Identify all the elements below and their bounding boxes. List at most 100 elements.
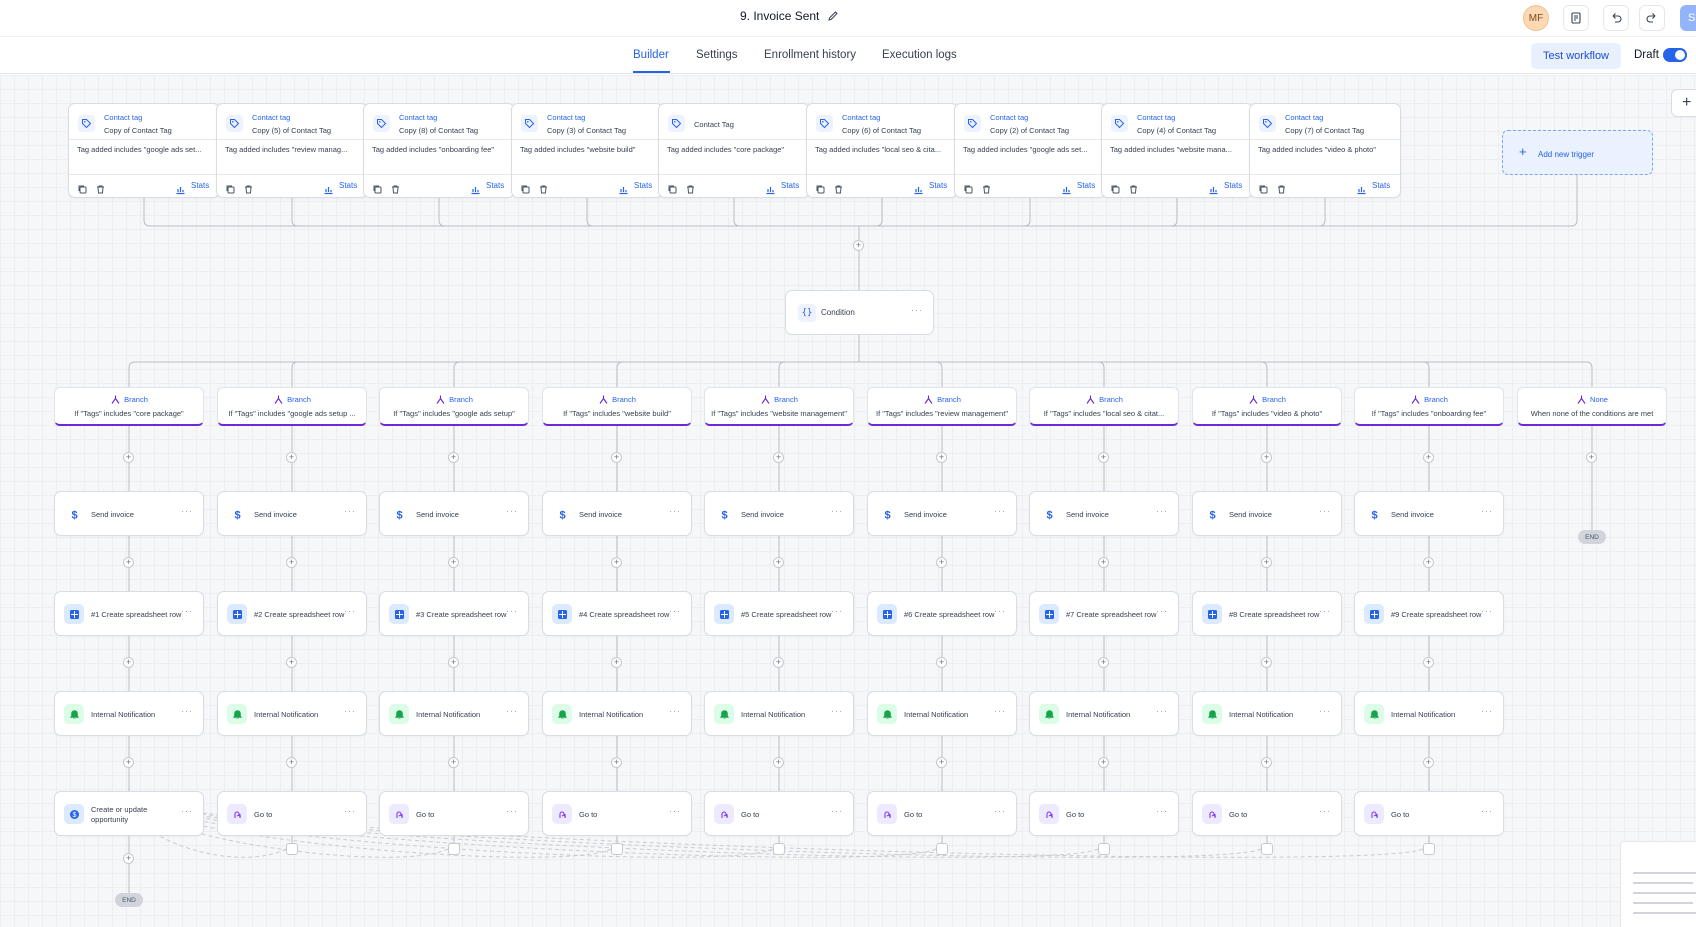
more-options-icon[interactable]: ··· [669,506,681,516]
stats-button[interactable]: Stats [929,181,947,190]
more-options-icon[interactable]: ··· [344,606,356,616]
branch-node[interactable]: Branch If "Tags" includes "local seo & ci… [1029,387,1179,426]
stats-button[interactable]: Stats [781,181,799,190]
spreadsheet-node[interactable]: #5 Create spreadsheet row ··· [704,591,854,636]
add-step-button[interactable]: + [123,557,134,568]
stats-button[interactable]: Stats [486,181,504,190]
pencil-icon[interactable] [827,10,839,22]
more-options-icon[interactable]: ··· [994,506,1006,516]
workflow-canvas[interactable]: Contact tag Copy of Contact Tag Tag added … [0,75,1696,927]
trigger-card[interactable]: Contact tag Copy (5) of Contact Tag Tag ad… [216,103,368,198]
spreadsheet-node[interactable]: #8 Create spreadsheet row ··· [1192,591,1342,636]
branch-node[interactable]: Branch If "Tags" includes "website manage… [704,387,854,426]
delete-button[interactable] [243,182,254,200]
delete-button[interactable] [833,182,844,200]
add-step-button[interactable]: + [611,557,622,568]
more-options-icon[interactable]: ··· [831,606,843,616]
add-step-button[interactable]: + [1423,757,1434,768]
more-options-icon[interactable]: ··· [506,506,518,516]
more-options-icon[interactable]: ··· [1156,806,1168,816]
trigger-card[interactable]: Contact tag Copy (4) of Contact Tag Tag ad… [1101,103,1253,198]
more-options-icon[interactable]: ··· [994,706,1006,716]
add-step-button[interactable]: + [611,657,622,668]
spreadsheet-node[interactable]: #2 Create spreadsheet row ··· [217,591,367,636]
more-options-icon[interactable]: ··· [181,806,193,816]
branch-node[interactable]: None When none of the conditions are met [1517,387,1667,426]
stats-button[interactable]: Stats [1372,181,1390,190]
draft-toggle[interactable] [1663,48,1687,62]
copy-button[interactable] [963,182,974,200]
more-options-icon[interactable]: ··· [1156,706,1168,716]
notification-node[interactable]: Internal Notification ··· [704,691,854,736]
test-workflow-button[interactable]: Test workflow [1531,43,1621,69]
add-step-button[interactable]: + [936,557,947,568]
avatar[interactable]: MF [1523,5,1549,31]
add-step-button[interactable]: + [1098,452,1109,463]
more-options-icon[interactable]: ··· [181,606,193,616]
tab-enrollment-history[interactable]: Enrollment history [764,49,856,61]
copy-button[interactable] [1110,182,1121,200]
tab-execution-logs[interactable]: Execution logs [882,49,957,61]
trigger-card[interactable]: Contact tag Copy (8) of Contact Tag Tag ad… [363,103,515,198]
notification-node[interactable]: Internal Notification ··· [542,691,692,736]
more-options-icon[interactable]: ··· [994,606,1006,616]
notification-node[interactable]: Internal Notification ··· [1354,691,1504,736]
add-step-button[interactable]: + [448,557,459,568]
send-invoice-node[interactable]: $ Send invoice ··· [542,491,692,536]
spreadsheet-node[interactable]: #1 Create spreadsheet row ··· [54,591,204,636]
add-panel-button[interactable]: + [1671,89,1696,117]
more-options-icon[interactable]: ··· [506,606,518,616]
add-step-button[interactable]: + [936,757,947,768]
copy-button[interactable] [815,182,826,200]
goto-node[interactable]: Go to ··· [1192,791,1342,836]
add-step-button[interactable]: + [1098,657,1109,668]
notification-node[interactable]: Internal Notification ··· [1192,691,1342,736]
delete-button[interactable] [1128,182,1139,200]
more-options-icon[interactable]: ··· [1481,806,1493,816]
more-options-icon[interactable]: ··· [669,806,681,816]
more-options-icon[interactable]: ··· [1319,506,1331,516]
add-step-button[interactable]: + [286,452,297,463]
copy-button[interactable] [520,182,531,200]
add-step-button[interactable]: + [773,557,784,568]
undo-button[interactable] [1603,5,1629,31]
delete-button[interactable] [685,182,696,200]
trigger-card[interactable]: Contact tag Copy (7) of Contact Tag Tag ad… [1249,103,1401,198]
delete-button[interactable] [95,182,106,200]
more-options-icon[interactable]: ··· [1156,606,1168,616]
trigger-card[interactable]: Contact tag Copy (2) of Contact Tag Tag ad… [954,103,1106,198]
add-step-button[interactable]: + [1261,657,1272,668]
copy-button[interactable] [1258,182,1269,200]
more-options-icon[interactable]: ··· [1481,706,1493,716]
more-options-icon[interactable]: ··· [1156,506,1168,516]
condition-node[interactable]: {} Condition ··· [785,290,934,335]
goto-node[interactable]: Go to ··· [379,791,529,836]
more-options-icon[interactable]: ··· [344,806,356,816]
goto-node[interactable]: Go to ··· [867,791,1017,836]
add-step-button[interactable]: + [1423,452,1434,463]
redo-button[interactable] [1639,5,1665,31]
spreadsheet-node[interactable]: #7 Create spreadsheet row ··· [1029,591,1179,636]
tab-builder[interactable]: Builder [633,49,669,61]
spreadsheet-node[interactable]: #3 Create spreadsheet row ··· [379,591,529,636]
spreadsheet-node[interactable]: #6 Create spreadsheet row ··· [867,591,1017,636]
add-step-button[interactable]: + [1423,657,1434,668]
trigger-card[interactable]: Contact tag Copy (6) of Contact Tag Tag ad… [806,103,958,198]
more-options-icon[interactable]: ··· [669,606,681,616]
copy-button[interactable] [372,182,383,200]
goto-node[interactable]: Go to ··· [1354,791,1504,836]
more-options-icon[interactable]: ··· [1481,506,1493,516]
add-step-button[interactable]: + [123,452,134,463]
add-step-button[interactable]: + [1261,452,1272,463]
stats-button[interactable]: Stats [339,181,357,190]
more-options-icon[interactable]: ··· [1319,706,1331,716]
spreadsheet-node[interactable]: #4 Create spreadsheet row ··· [542,591,692,636]
trigger-card[interactable]: Contact Tag Tag added includes "core pack… [658,103,810,198]
notification-node[interactable]: Internal Notification ··· [217,691,367,736]
branch-node[interactable]: Branch If "Tags" includes "core package" [54,387,204,426]
delete-button[interactable] [981,182,992,200]
add-step-button[interactable]: + [611,452,622,463]
add-step-button[interactable]: + [123,853,134,864]
save-button[interactable]: S [1680,5,1696,31]
add-step-button[interactable]: + [448,757,459,768]
